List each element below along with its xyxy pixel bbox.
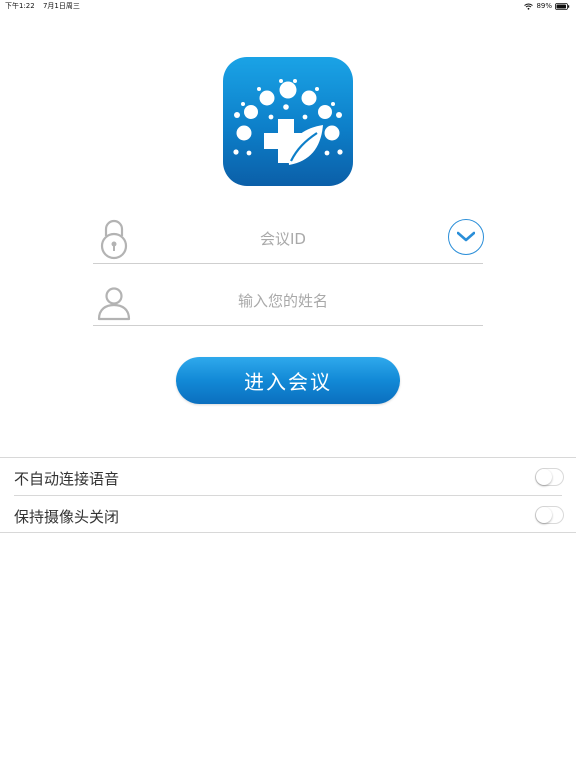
name-input[interactable]: [153, 288, 413, 314]
meeting-history-dropdown-button[interactable]: [448, 219, 484, 255]
status-bar: 下午1:22 7月1日周三 89%: [0, 0, 576, 12]
settings-list: 不自动连接语音 保持摄像头关闭: [0, 457, 576, 533]
app-logo-icon: [223, 57, 353, 186]
toggle-knob: [536, 507, 552, 523]
setting-label: 不自动连接语音: [14, 470, 120, 488]
join-meeting-button[interactable]: 进入会议: [176, 357, 400, 404]
meeting-id-input[interactable]: [153, 226, 413, 252]
meeting-id-row: [93, 214, 484, 264]
status-right: 89%: [524, 0, 570, 12]
wifi-icon: [524, 3, 534, 10]
no-auto-audio-toggle[interactable]: [535, 468, 564, 486]
status-date: 7月1日周三: [42, 2, 80, 10]
battery-icon: [555, 2, 570, 10]
setting-row-no-auto-audio: 不自动连接语音: [0, 458, 576, 496]
chevron-down-icon: [457, 231, 475, 242]
lock-icon: [97, 218, 131, 260]
name-row: [93, 276, 483, 326]
keep-camera-off-toggle[interactable]: [535, 506, 564, 524]
battery-percent: 89%: [536, 2, 552, 10]
setting-row-keep-camera-off: 保持摄像头关闭: [0, 496, 576, 534]
login-screen: 下午1:22 7月1日周三 89% 会议ID 输入您的姓名 进入会议 不自动连接…: [0, 0, 576, 768]
status-left: 下午1:22 7月1日周三: [5, 0, 86, 12]
toggle-knob: [536, 469, 552, 485]
status-time: 下午1:22: [5, 2, 35, 10]
setting-label: 保持摄像头关闭: [14, 508, 120, 526]
user-icon: [97, 280, 131, 322]
